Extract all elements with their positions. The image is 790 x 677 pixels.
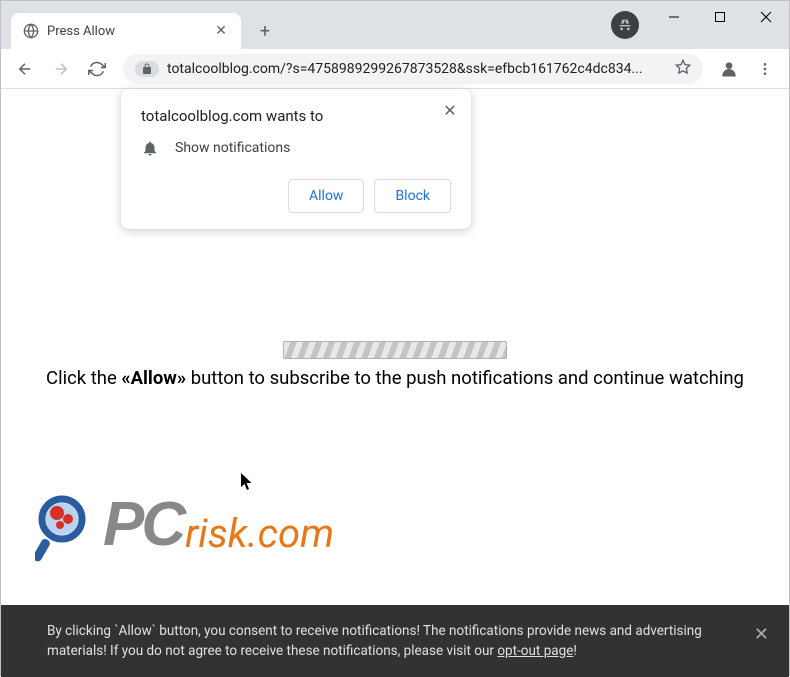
text-allow: «Allow»	[121, 367, 186, 389]
text-post: button to subscribe to the push notifica…	[186, 367, 744, 389]
magnifier-icon	[35, 495, 95, 555]
dialog-close-icon[interactable]: ✕	[441, 101, 459, 119]
window-controls	[651, 1, 789, 33]
consent-close-icon[interactable]: ✕	[754, 621, 769, 648]
incognito-icon	[611, 11, 639, 39]
consent-line2b: !	[573, 643, 576, 659]
lock-icon[interactable]	[135, 61, 159, 77]
profile-icon[interactable]	[713, 53, 745, 85]
consent-banner: ✕ By clicking `Allow` button, you consen…	[1, 605, 789, 677]
maximize-button[interactable]	[697, 1, 743, 33]
menu-icon[interactable]	[749, 53, 781, 85]
bookmark-star-icon[interactable]	[675, 59, 691, 79]
pcrisk-logo: PC risk.com	[35, 489, 334, 560]
reload-button[interactable]	[81, 53, 113, 85]
minimize-button[interactable]	[651, 1, 697, 33]
permission-label: Show notifications	[175, 140, 290, 156]
titlebar: Press Allow ✕ +	[1, 1, 789, 49]
opt-out-link[interactable]: opt-out page	[497, 643, 573, 659]
browser-toolbar: totalcoolblog.com/?s=4758989299267873528…	[1, 49, 789, 89]
consent-line1: By clicking `Allow` button, you consent …	[47, 623, 702, 639]
forward-button[interactable]	[45, 53, 77, 85]
loading-bar	[283, 341, 507, 359]
tab-title: Press Allow	[47, 24, 205, 39]
tab-close-icon[interactable]: ✕	[213, 23, 229, 39]
bell-icon	[141, 139, 159, 157]
url-text: totalcoolblog.com/?s=4758989299267873528…	[167, 61, 667, 77]
permission-row: Show notifications	[141, 139, 451, 157]
block-button[interactable]: Block	[374, 179, 451, 213]
page-content: ✕ totalcoolblog.com wants to Show notifi…	[1, 89, 789, 677]
back-button[interactable]	[9, 53, 41, 85]
allow-button[interactable]: Allow	[288, 179, 364, 213]
browser-tab[interactable]: Press Allow ✕	[11, 13, 241, 49]
text-pre: Click the	[46, 367, 121, 389]
subscribe-instruction: Click the «Allow» button to subscribe to…	[1, 367, 789, 390]
permission-origin: totalcoolblog.com wants to	[141, 107, 451, 125]
address-bar[interactable]: totalcoolblog.com/?s=4758989299267873528…	[123, 54, 703, 84]
globe-icon	[23, 23, 39, 39]
close-window-button[interactable]	[743, 1, 789, 33]
permission-actions: Allow Block	[141, 179, 451, 213]
logo-risk: risk.com	[185, 510, 334, 557]
logo-pc: PC	[103, 489, 183, 560]
consent-line2a: materials! If you do not agree to receiv…	[47, 643, 497, 659]
new-tab-button[interactable]: +	[251, 17, 279, 45]
permission-dialog: ✕ totalcoolblog.com wants to Show notifi…	[121, 89, 471, 229]
